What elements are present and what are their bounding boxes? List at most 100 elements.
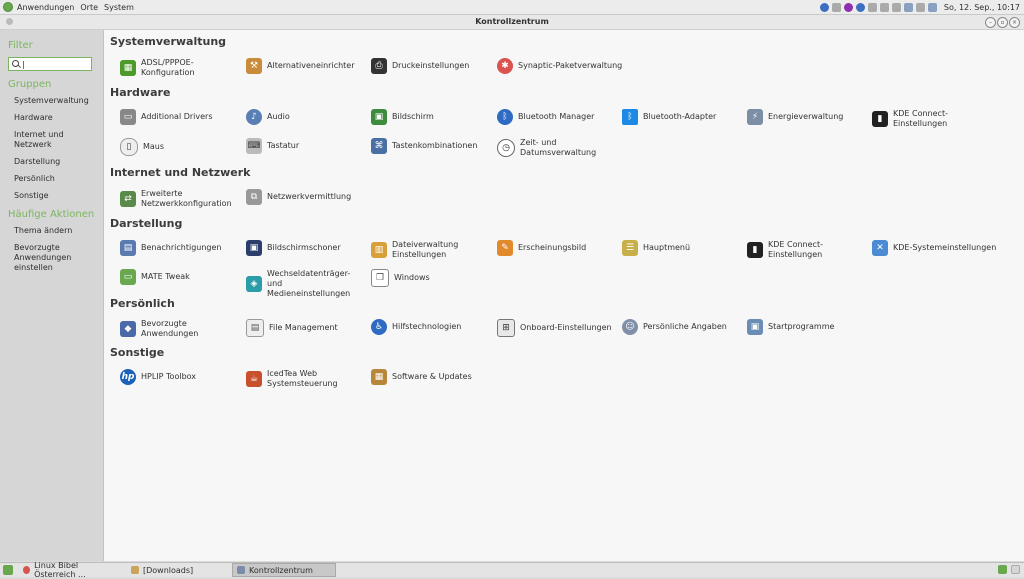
item-additional-drivers[interactable]: ▭ Additional Drivers — [120, 109, 244, 125]
task-downloads[interactable]: [Downloads] — [127, 564, 230, 576]
volume-tray-icon[interactable] — [915, 2, 925, 12]
item-audio[interactable]: ♪ Audio — [246, 109, 370, 125]
item-shortcuts[interactable]: ⌘ Tastenkombinationen — [371, 138, 495, 154]
network-tray-icon[interactable] — [903, 2, 913, 12]
item-label: Tastatur — [267, 141, 300, 150]
item-printer[interactable]: ⎙ Druckeinstellungen — [371, 58, 495, 74]
item-label: Windows — [394, 273, 430, 282]
item-label: Alternativeneinrichter — [267, 61, 355, 70]
power-management-icon: ⚡ — [747, 109, 763, 125]
item-keyboard[interactable]: ⌨ Tastatur — [246, 138, 370, 154]
hp-tray-icon[interactable] — [855, 2, 865, 12]
search-icon — [12, 60, 19, 67]
item-personal-info[interactable]: ☺ Persönliche Angaben — [622, 319, 746, 335]
item-main-menu[interactable]: ☰ Hauptmenü — [622, 240, 746, 256]
kde-connect-icon: ▮ — [872, 111, 888, 127]
item-advanced-network[interactable]: ⇄ Erweiterte Netzwerkkonfiguration — [120, 189, 244, 209]
workspace-icon[interactable] — [998, 565, 1007, 574]
mate-tweak-icon: ▭ — [120, 269, 136, 285]
window-titlebar[interactable]: Kontrollzentrum – ▫ × — [0, 15, 1024, 30]
clipboard-tray-icon[interactable] — [879, 2, 889, 12]
action-preferred-apps[interactable]: Bevorzugte Anwendungen einstellen — [14, 243, 84, 273]
bluetooth-icon: ᛒ — [497, 109, 513, 125]
item-display[interactable]: ▣ Bildschirm — [371, 109, 495, 125]
item-alternatives[interactable]: ⚒ Alternativeneinrichter — [246, 58, 370, 74]
item-label: KDE Connect-Einstellungen — [893, 109, 948, 128]
workspace-switcher[interactable] — [998, 565, 1020, 574]
file-management-icon: ▤ — [246, 319, 264, 337]
menu-applications[interactable]: Anwendungen — [17, 3, 74, 12]
section-hardware: Hardware — [110, 86, 170, 99]
item-synaptic[interactable]: ✱ Synaptic-Paketverwaltung — [497, 58, 637, 74]
item-screensaver[interactable]: ▣ Bildschirmschoner — [246, 240, 370, 256]
item-appearance[interactable]: ✎ Erscheinungsbild — [497, 240, 621, 256]
item-power[interactable]: ⚡ Energieverwaltung — [747, 109, 871, 125]
close-icon[interactable]: × — [1009, 17, 1020, 28]
item-file-management[interactable]: ▤ File Management — [246, 319, 370, 337]
main-menu-icon: ☰ — [622, 240, 638, 256]
item-accessibility[interactable]: ♿ Hilfstechnologien — [371, 319, 495, 335]
item-icedtea[interactable]: ☕ IcedTea Web Systemsteuerung — [246, 369, 370, 389]
item-bluetooth-adapter[interactable]: ᛒ Bluetooth-Adapter — [622, 109, 746, 125]
item-label: Wechseldatenträger- und Medieneinstellun… — [267, 269, 351, 298]
update-tray-icon[interactable] — [831, 2, 841, 12]
item-label: Hauptmenü — [643, 243, 691, 252]
bluetooth-adapter-icon: ᛒ — [622, 109, 638, 125]
task-browser[interactable]: Linux Bibel Österreich ... — [19, 561, 125, 579]
item-mouse[interactable]: ▯ Maus — [120, 138, 244, 156]
sidebar-item-sonstige[interactable]: Sonstige — [14, 191, 103, 201]
bottom-panel: Linux Bibel Österreich ... [Downloads] K… — [0, 561, 1024, 579]
mouse-icon: ▯ — [120, 138, 138, 156]
item-label: KDE Connect-Einstellungen — [768, 240, 823, 259]
item-hplip[interactable]: hp HPLIP Toolbox — [120, 369, 244, 385]
battery-tray-icon[interactable] — [891, 2, 901, 12]
app-tray-icon[interactable] — [843, 2, 853, 12]
item-removable-media[interactable]: ◈ Wechseldatenträger- und Medieneinstell… — [246, 269, 370, 299]
sidebar-item-persoenlich[interactable]: Persönlich — [14, 174, 103, 184]
item-file-manager-settings[interactable]: ▥ Dateiverwaltung Einstellungen — [371, 240, 495, 260]
item-preferred-apps[interactable]: ◆ Bevorzugte Anwendungen — [120, 319, 244, 339]
sidebar-item-systemverwaltung[interactable]: Systemverwaltung — [14, 96, 103, 106]
section-internet: Internet und Netzwerk — [110, 166, 251, 179]
task-control-center[interactable]: Kontrollzentrum — [232, 563, 336, 577]
sidebar-item-hardware[interactable]: Hardware — [14, 113, 103, 123]
item-software-updates[interactable]: ▦ Software & Updates — [371, 369, 495, 385]
item-startup-apps[interactable]: ▣ Startprogramme — [747, 319, 871, 335]
sidebar-item-darstellung[interactable]: Darstellung — [14, 157, 103, 167]
search-input[interactable]: | — [8, 57, 92, 71]
action-change-theme[interactable]: Thema ändern — [14, 226, 103, 236]
hp-icon: hp — [120, 369, 136, 385]
item-time-date[interactable]: ◷ Zeit- und Datumsverwaltung — [497, 138, 621, 158]
minimize-icon[interactable]: – — [985, 17, 996, 28]
java-icon: ☕ — [246, 371, 262, 387]
item-network-proxy[interactable]: ⧉ Netzwerkvermittlung — [246, 189, 370, 205]
user-tray-icon[interactable] — [927, 2, 937, 12]
menu-system[interactable]: System — [104, 3, 134, 12]
item-label: Software & Updates — [392, 372, 472, 381]
startup-apps-icon: ▣ — [747, 319, 763, 335]
mate-logo-icon[interactable] — [3, 2, 13, 12]
item-adsl[interactable]: ▦ ADSL/PPPOE-Konfiguration — [120, 58, 244, 78]
item-windows[interactable]: ❐ Windows — [371, 269, 495, 287]
item-kde-connect-look[interactable]: ▮ KDE Connect-Einstellungen — [747, 240, 871, 260]
item-bluetooth-manager[interactable]: ᛒ Bluetooth Manager — [497, 109, 621, 125]
item-label: Startprogramme — [768, 322, 835, 331]
lock-tray-icon[interactable] — [867, 2, 877, 12]
item-notifications[interactable]: ▤ Benachrichtigungen — [120, 240, 244, 256]
item-kde-connect-hw[interactable]: ▮ KDE Connect-Einstellungen — [872, 109, 996, 129]
bluetooth-tray-icon[interactable] — [819, 2, 829, 12]
window-menu-icon[interactable] — [6, 18, 13, 25]
item-label: Zeit- und Datumsverwaltung — [520, 138, 597, 157]
item-onboard[interactable]: ⊞ Onboard-Einstellungen — [497, 319, 621, 337]
item-mate-tweak[interactable]: ▭ MATE Tweak — [120, 269, 244, 285]
clock[interactable]: So, 12. Sep., 10:17 — [944, 3, 1020, 12]
section-persoenlich: Persönlich — [110, 297, 175, 310]
sidebar-item-internet[interactable]: Internet und Netzwerk — [14, 130, 103, 150]
menu-places[interactable]: Orte — [80, 3, 98, 12]
item-kde-system-settings[interactable]: ✕ KDE-Systemeinstellungen — [872, 240, 1017, 256]
maximize-icon[interactable]: ▫ — [997, 17, 1008, 28]
show-desktop-icon[interactable] — [3, 565, 13, 575]
workspace-icon[interactable] — [1011, 565, 1020, 574]
folder-icon — [131, 566, 139, 574]
audio-icon: ♪ — [246, 109, 262, 125]
